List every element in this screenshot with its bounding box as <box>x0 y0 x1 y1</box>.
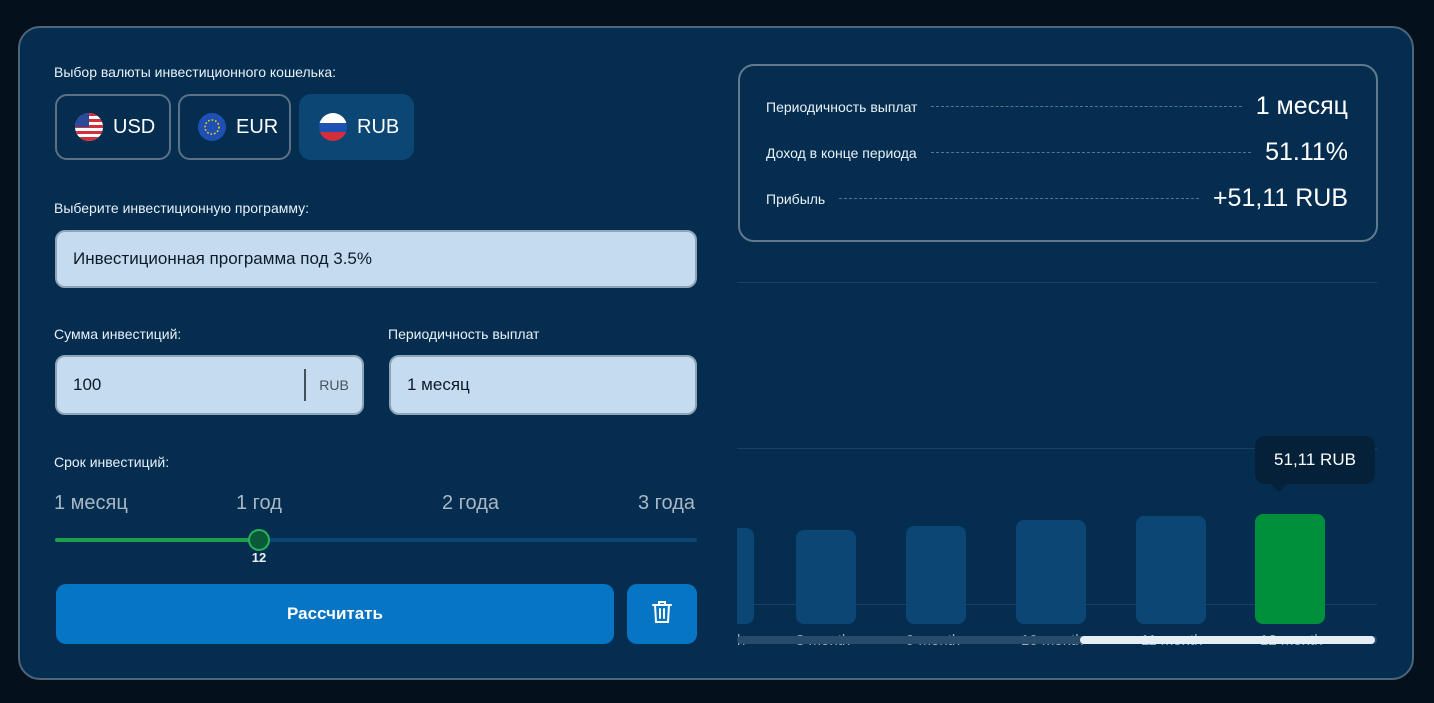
chart-tooltip: 51,11 RUB <box>1255 436 1375 492</box>
payout-label: Периодичность выплат <box>388 326 540 342</box>
currency-eur-label: EUR <box>236 115 279 138</box>
chart-scrollbar[interactable] <box>737 636 1377 644</box>
chart-bar[interactable] <box>1255 514 1325 624</box>
currency-usd-button[interactable]: USD <box>55 94 171 160</box>
trash-icon <box>651 600 673 629</box>
term-tick-3-years: 3 года <box>638 492 696 514</box>
summary-profit-label: Прибыль <box>766 190 826 207</box>
profit-bar-chart: 51,11 RUB h8 month9 month10 month11 mont… <box>737 278 1377 658</box>
amount-currency-suffix: RUB <box>304 369 362 401</box>
calculate-button[interactable]: Рассчитать <box>56 584 614 644</box>
us-flag-icon <box>75 113 103 141</box>
summary-card: Периодичность выплат 1 месяц Доход в кон… <box>738 64 1378 242</box>
currency-usd-label: USD <box>113 115 156 138</box>
ru-flag-icon <box>319 113 347 141</box>
payout-select[interactable]: 1 месяц <box>389 355 697 415</box>
term-tick-1-month: 1 месяц <box>54 492 128 514</box>
chart-scrollbar-thumb[interactable] <box>1080 636 1375 644</box>
amount-input[interactable]: 100 RUB <box>55 355 364 415</box>
summary-payout-label: Периодичность выплат <box>766 98 918 115</box>
amount-label: Сумма инвестиций: <box>54 326 182 342</box>
summary-profit-value: +51,11 RUB <box>1212 184 1348 212</box>
summary-row-income: Доход в конце периода 51.11% <box>766 138 1348 167</box>
currency-label: Выбор валюты инвестиционного кошелька: <box>54 64 337 80</box>
dashed-leader <box>930 152 1252 153</box>
chart-bar[interactable] <box>1136 516 1206 624</box>
term-slider-handle[interactable] <box>248 529 270 551</box>
summary-row-payout: Периодичность выплат 1 месяц <box>766 92 1348 121</box>
chart-bar[interactable] <box>796 530 856 624</box>
summary-income-value: 51.11% <box>1265 138 1348 166</box>
currency-rub-button[interactable]: RUB <box>299 94 414 160</box>
eu-flag-icon <box>198 113 226 141</box>
term-tick-1-year: 1 год <box>236 492 282 514</box>
currency-eur-button[interactable]: EUR <box>178 94 291 160</box>
summary-income-label: Доход в конце периода <box>766 144 917 161</box>
program-value: Инвестиционная программа под 3.5% <box>73 249 372 268</box>
program-label: Выберите инвестиционную программу: <box>54 200 310 216</box>
payout-value: 1 месяц <box>407 375 470 394</box>
dashed-leader <box>839 198 1199 199</box>
investment-calculator-panel: Выбор валюты инвестиционного кошелька: U… <box>18 26 1414 680</box>
term-slider-value: 12 <box>251 550 267 565</box>
amount-value: 100 <box>73 375 102 394</box>
clear-button[interactable] <box>627 584 697 644</box>
term-slider-track[interactable]: 12 <box>55 529 697 565</box>
program-select[interactable]: Инвестиционная программа под 3.5% <box>55 230 697 288</box>
chart-bar[interactable] <box>1016 520 1086 624</box>
summary-row-profit: Прибыль +51,11 RUB <box>766 184 1348 213</box>
term-tick-2-years: 2 года <box>442 492 500 514</box>
chart-bar[interactable] <box>906 526 966 624</box>
term-slider-fill <box>55 538 259 542</box>
currency-rub-label: RUB <box>357 115 400 138</box>
summary-payout-value: 1 месяц <box>1255 92 1348 120</box>
chart-gridline <box>737 282 1377 283</box>
chart-bar[interactable] <box>737 528 754 624</box>
term-label: Срок инвестиций: <box>54 454 170 470</box>
dashed-leader <box>931 106 1242 107</box>
